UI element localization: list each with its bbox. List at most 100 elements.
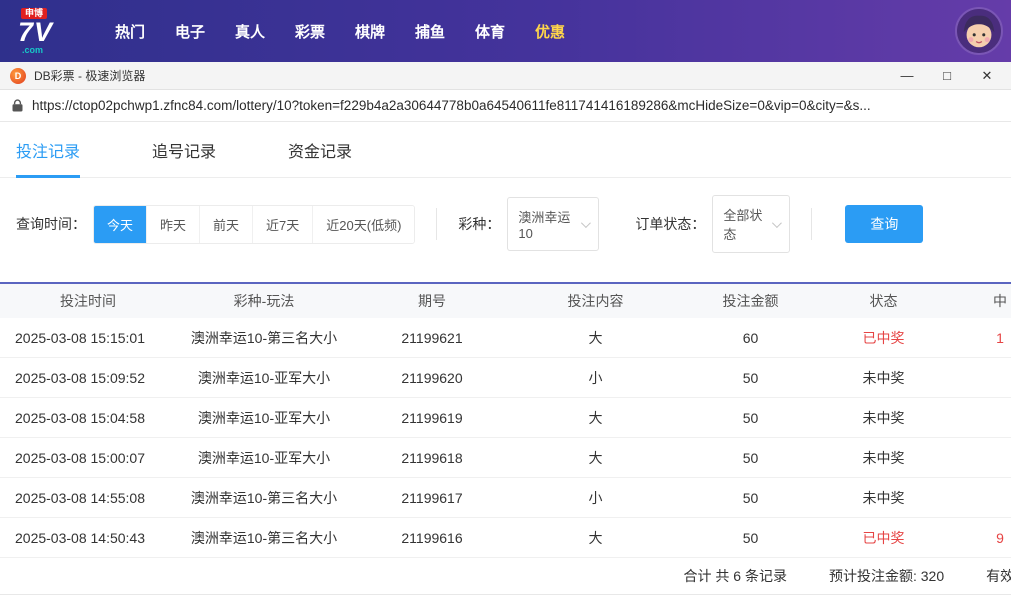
nav-item[interactable]: 热门 bbox=[100, 21, 160, 42]
time-filter-option[interactable]: 近7天 bbox=[253, 205, 314, 243]
filter-bar: 查询时间： 今天 昨天 前天 近7天 近20天(低频) 彩种： 澳洲幸运10 订单状态：… bbox=[0, 178, 1011, 282]
time-filter-group: 今天 昨天 前天 近7天 近20天(低频) bbox=[93, 204, 416, 244]
cell-issue: 21199619 bbox=[401, 409, 463, 426]
cell-time: 2025-03-08 15:00:07 bbox=[15, 449, 145, 466]
url-text[interactable]: https://ctop02pchwp1.zfnc84.com/lottery/… bbox=[32, 98, 871, 113]
cell-game: 澳洲幸运10-亚军大小 bbox=[197, 409, 331, 426]
time-filter-label: 查询时间： bbox=[16, 216, 86, 232]
cell-time: 2025-03-08 14:50:43 bbox=[15, 529, 145, 546]
nav-items: 热门 电子 真人 彩票 棋牌 捕鱼 体育 优惠 bbox=[100, 21, 580, 42]
tab[interactable]: 追号记录 bbox=[152, 122, 216, 177]
cell-status: 未中奖 bbox=[862, 489, 905, 506]
cell-amount: 50 bbox=[742, 489, 759, 506]
table-row: 2025-03-08 14:50:43 澳洲幸运10-第三名大小 21199616 大… bbox=[0, 518, 1011, 558]
cell-status: 未中奖 bbox=[862, 449, 905, 466]
table-body: 2025-03-08 15:15:01 澳洲幸运10-第三名大小 21199621 大… bbox=[0, 318, 1011, 558]
cell-game: 澳洲幸运10-亚军大小 bbox=[197, 369, 331, 386]
site-nav: 申博 7V .com 热门 电子 真人 彩票 棋牌 捕鱼 体育 优惠 bbox=[0, 0, 1011, 62]
bet-records-table: 投注时间 彩种-玩法 期号 投注内容 投注金额 状态 中 2025-03-08 15:15:… bbox=[0, 282, 1011, 558]
nav-item[interactable]: 棋牌 bbox=[340, 21, 400, 42]
status-filter-label: 订单状态： bbox=[635, 216, 706, 232]
cell-time: 2025-03-08 15:09:52 bbox=[15, 369, 145, 386]
cell-status: 未中奖 bbox=[862, 409, 905, 426]
chevron-down-icon bbox=[772, 217, 783, 228]
time-filter-option[interactable]: 前天 bbox=[200, 205, 254, 243]
cell-win: 9 bbox=[996, 529, 1004, 546]
chevron-down-icon bbox=[581, 217, 592, 228]
tab[interactable]: 资金记录 bbox=[288, 122, 352, 177]
nav-item[interactable]: 电子 bbox=[160, 21, 220, 42]
table-row: 2025-03-08 14:55:08 澳洲幸运10-第三名大小 21199617 小… bbox=[0, 478, 1011, 518]
divider bbox=[436, 208, 438, 240]
tab[interactable]: 投注记录 bbox=[16, 122, 81, 178]
cell-issue: 21199618 bbox=[401, 449, 463, 466]
time-filter-option[interactable]: 昨天 bbox=[147, 205, 201, 243]
browser-title-bar: D DB彩票 - 极速浏览器 — □ ✕ bbox=[0, 62, 1011, 90]
table-row: 2025-03-08 15:15:01 澳洲幸运10-第三名大小 21199621 大… bbox=[0, 318, 1011, 358]
browser-favicon: D bbox=[10, 67, 26, 84]
cell-amount: 50 bbox=[742, 529, 759, 546]
table-row: 2025-03-08 15:04:58 澳洲幸运10-亚军大小 21199619 大 5… bbox=[0, 398, 1011, 438]
table-header-row: 投注时间 彩种-玩法 期号 投注内容 投注金额 状态 中 bbox=[0, 284, 1011, 318]
cell-content: 小 bbox=[588, 489, 603, 506]
cell-content: 大 bbox=[588, 409, 603, 426]
cell-time: 2025-03-08 15:04:58 bbox=[15, 409, 145, 426]
nav-item[interactable]: 真人 bbox=[220, 21, 280, 42]
time-filter-option[interactable]: 今天 bbox=[94, 205, 148, 243]
minimize-button[interactable]: — bbox=[887, 63, 927, 89]
nav-item[interactable]: 优惠 bbox=[520, 21, 580, 42]
cell-status: 已中奖 bbox=[862, 329, 905, 346]
summary-bar: 合计 共 6 条记录 预计投注金额: 320 有效投注金额: bbox=[0, 558, 1011, 595]
cell-game: 澳洲幸运10-第三名大小 bbox=[190, 529, 338, 546]
cell-status: 已中奖 bbox=[862, 529, 905, 546]
time-filter-option[interactable]: 近20天(低频) bbox=[313, 205, 415, 243]
cell-content: 大 bbox=[588, 529, 603, 546]
table-row: 2025-03-08 15:09:52 澳洲幸运10-亚军大小 21199620 小 5… bbox=[0, 358, 1011, 398]
maximize-button[interactable]: □ bbox=[927, 63, 967, 89]
avatar-girl-icon bbox=[957, 9, 1001, 53]
status-select-value: 全部状态 bbox=[723, 208, 763, 242]
search-button[interactable]: 查询 bbox=[845, 205, 924, 243]
column-header: 投注内容 bbox=[567, 293, 624, 309]
summary-valid-amount: 有效投注金额: bbox=[986, 568, 1011, 584]
logo-sub: .com bbox=[22, 44, 44, 55]
cell-time: 2025-03-08 15:15:01 bbox=[15, 329, 145, 346]
cell-amount: 50 bbox=[742, 449, 759, 466]
cell-time: 2025-03-08 14:55:08 bbox=[15, 489, 145, 506]
lock-icon bbox=[12, 99, 23, 112]
column-header: 投注时间 bbox=[60, 293, 116, 309]
nav-item[interactable]: 体育 bbox=[460, 21, 520, 42]
window-controls: — □ ✕ bbox=[887, 63, 1007, 89]
cell-issue: 21199620 bbox=[401, 369, 463, 386]
cell-game: 澳洲幸运10-亚军大小 bbox=[197, 449, 331, 466]
column-header: 中 bbox=[993, 293, 1007, 309]
address-bar[interactable]: https://ctop02pchwp1.zfnc84.com/lottery/… bbox=[0, 90, 1011, 122]
cell-issue: 21199617 bbox=[401, 489, 463, 506]
cell-amount: 50 bbox=[742, 369, 759, 386]
app-window: 申博 7V .com 热门 电子 真人 彩票 棋牌 捕鱼 体育 优惠 D DB彩票 - 极速浏… bbox=[0, 0, 1011, 607]
divider bbox=[811, 208, 813, 240]
close-button[interactable]: ✕ bbox=[967, 63, 1007, 89]
cell-content: 大 bbox=[588, 449, 603, 466]
logo-main: 7V bbox=[18, 16, 54, 47]
cell-amount: 60 bbox=[742, 329, 759, 346]
cell-content: 小 bbox=[588, 369, 603, 386]
cell-game: 澳洲幸运10-第三名大小 bbox=[190, 489, 338, 506]
column-header: 状态 bbox=[869, 293, 898, 309]
nav-item[interactable]: 彩票 bbox=[280, 21, 340, 42]
nav-item[interactable]: 捕鱼 bbox=[400, 21, 460, 42]
column-header: 期号 bbox=[418, 293, 446, 309]
lottery-select-value: 澳洲幸运10 bbox=[518, 210, 571, 241]
window-title: DB彩票 - 极速浏览器 bbox=[34, 69, 146, 83]
cell-win: 1 bbox=[996, 329, 1004, 346]
user-avatar[interactable] bbox=[955, 7, 1003, 55]
cell-issue: 21199621 bbox=[401, 329, 463, 346]
lottery-select[interactable]: 澳洲幸运10 bbox=[507, 197, 600, 251]
cell-game: 澳洲幸运10-第三名大小 bbox=[190, 329, 338, 346]
summary-expected-amount: 预计投注金额: 320 bbox=[828, 568, 945, 584]
column-header: 彩种-玩法 bbox=[233, 293, 295, 309]
summary-total: 合计 共 6 条记录 bbox=[683, 568, 787, 584]
cell-content: 大 bbox=[588, 329, 603, 346]
site-logo[interactable]: 申博 7V .com bbox=[18, 7, 74, 55]
order-status-select[interactable]: 全部状态 bbox=[712, 195, 791, 253]
